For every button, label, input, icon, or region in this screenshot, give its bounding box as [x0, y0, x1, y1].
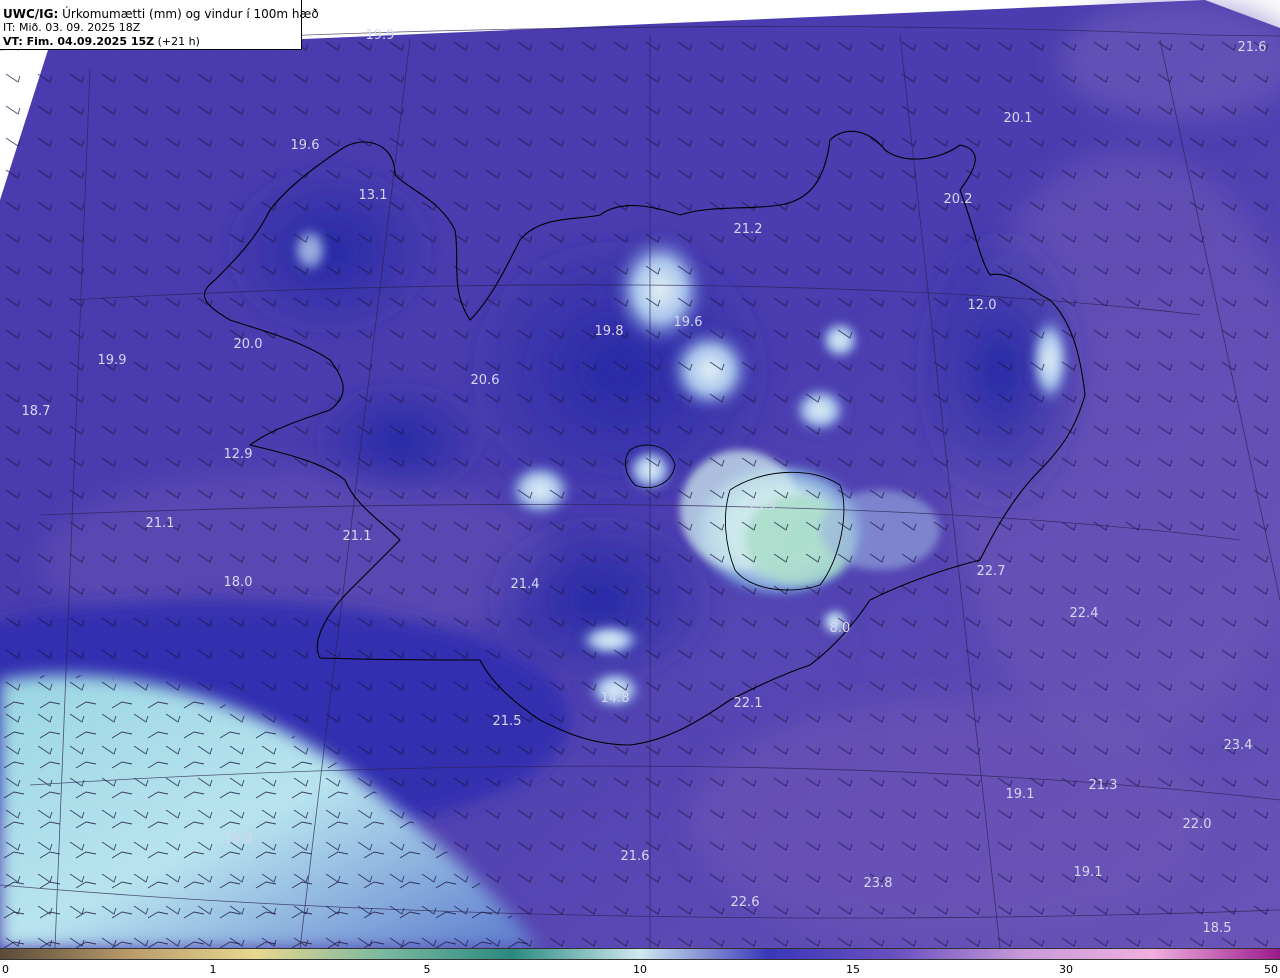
value-label: 23.4 [1224, 738, 1253, 753]
value-label: 19.1 [1006, 787, 1035, 802]
map-title-box: UWC/IG: Úrkomumætti (mm) og vindur í 100… [0, 0, 319, 50]
colorbar-tick: 5 [423, 963, 431, 976]
value-label: 22.6 [731, 895, 760, 910]
value-label: 18.0 [224, 575, 253, 590]
value-label: 21.6 [1238, 40, 1267, 55]
colorbar-gradient [0, 948, 1280, 960]
value-label: 12.0 [968, 298, 997, 313]
value-label: 14.8 [601, 691, 630, 706]
value-label: 23.8 [864, 876, 893, 891]
value-label: 19.6 [674, 315, 703, 330]
value-label: 12.9 [224, 447, 253, 462]
value-label: 20.1 [1004, 111, 1033, 126]
value-label: 8.0 [830, 621, 851, 636]
value-label: 21.3 [1089, 778, 1118, 793]
colorbar-tick: 0 [2, 963, 9, 976]
value-label: 19.6 [291, 138, 320, 153]
value-label: 15.9 [748, 498, 777, 513]
colorbar: 0 1 5 10 15 30 50 [0, 948, 1280, 978]
value-label: 19.1 [1074, 865, 1103, 880]
value-label: 21.2 [734, 222, 763, 237]
value-label: 19.8 [595, 324, 624, 339]
value-label: 21.5 [493, 714, 522, 729]
value-label: 20.0 [234, 337, 263, 352]
model-name: UWC/IG: [3, 7, 59, 21]
value-label: 13.1 [359, 188, 388, 203]
value-label: 20.2 [944, 192, 973, 207]
value-label: 19.0 [224, 832, 253, 847]
value-label: 22.1 [734, 696, 763, 711]
valid-time: VT: Fim. 04.09.2025 15Z [3, 35, 155, 48]
value-label: 19.9 [98, 353, 127, 368]
value-label: 21.1 [146, 516, 175, 531]
value-label: 22.7 [977, 564, 1006, 579]
init-time: IT: Mið. 03. 09. 2025 18Z [3, 21, 141, 34]
colorbar-tick: 10 [633, 963, 647, 976]
value-label: 18.5 [1203, 921, 1232, 936]
value-label: 21.6 [621, 849, 650, 864]
value-label: 20.6 [471, 373, 500, 388]
value-label: 18.7 [22, 404, 51, 419]
precipitation-map[interactable]: 19.9 21.6 20.1 19.6 13.1 20.2 21.2 12.0 19.8 19.6… [0, 0, 1280, 978]
colorbar-tick: 50 [1264, 963, 1278, 976]
lead-time: (+21 h) [157, 35, 200, 48]
value-label: 21.1 [343, 529, 372, 544]
field-name: Úrkomumætti (mm) og vindur í 100m hæð [62, 7, 319, 21]
value-label: 21.4 [511, 577, 540, 592]
colorbar-tick: 1 [209, 963, 217, 976]
title-line: UWC/IG: Úrkomumætti (mm) og vindur í 100… [3, 7, 319, 21]
value-label: 19.9 [366, 28, 395, 43]
colorbar-tick: 30 [1059, 963, 1073, 976]
colorbar-tick: 15 [846, 963, 860, 976]
map-canvas[interactable]: 19.9 21.6 20.1 19.6 13.1 20.2 21.2 12.0 19.8 19.6… [0, 0, 1280, 948]
value-label: 22.4 [1070, 606, 1099, 621]
value-label: 22.0 [1183, 817, 1212, 832]
valid-time-line: VT: Fim. 04.09.2025 15Z (+21 h) [3, 35, 298, 49]
